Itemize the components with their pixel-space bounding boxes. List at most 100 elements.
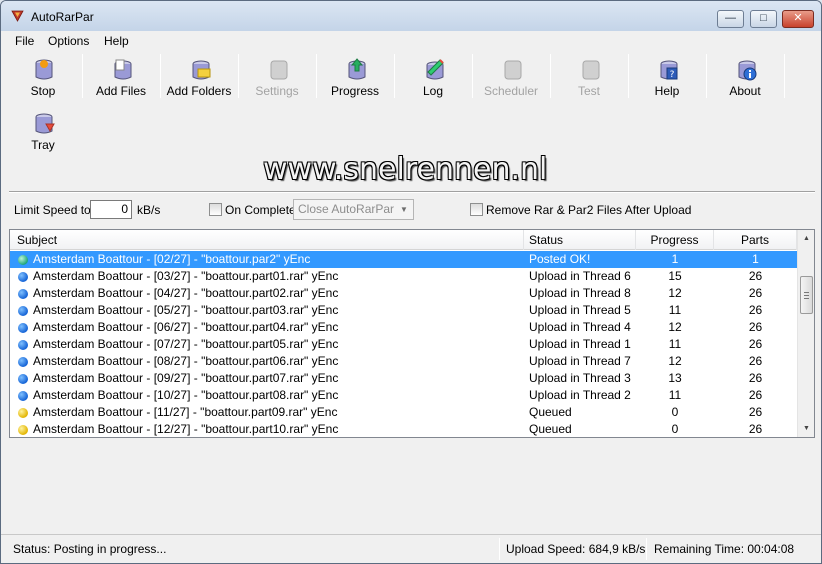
title-bar[interactable]: AutoRarPar — □ ✕	[1, 1, 821, 31]
list-body: Amsterdam Boattour - [02/27] - "boattour…	[10, 251, 797, 437]
status-divider	[646, 538, 647, 560]
list-item[interactable]: Amsterdam Boattour - [09/27] - "boattour…	[10, 370, 797, 387]
help-icon: ?	[660, 60, 678, 80]
list-item[interactable]: Amsterdam Boattour - [06/27] - "boattour…	[10, 319, 797, 336]
upload-queue-list[interactable]: Subject Status Progress Parts Amsterdam …	[9, 229, 815, 438]
progress-button[interactable]: Progress	[316, 54, 394, 102]
column-header-progress[interactable]: Progress	[636, 230, 714, 250]
close-icon: ✕	[793, 12, 803, 24]
row-parts: 26	[748, 303, 763, 317]
status-bar: Status: Posting in progress... Upload Sp…	[1, 534, 821, 563]
on-complete-checkbox[interactable]	[209, 203, 222, 216]
row-parts: 26	[748, 422, 763, 436]
row-progress: 12	[668, 320, 682, 334]
maximize-button[interactable]: □	[750, 10, 777, 28]
scheduler-button[interactable]: Scheduler	[472, 54, 550, 102]
minimize-button[interactable]: —	[717, 10, 744, 28]
on-complete-select[interactable]: Close AutoRarPar ▼	[293, 199, 414, 220]
scheduler-icon	[504, 60, 522, 80]
row-parts: 26	[748, 405, 763, 419]
settings-button[interactable]: Settings	[238, 54, 316, 102]
status-blue-icon	[18, 289, 28, 299]
menu-file[interactable]: File	[15, 34, 34, 48]
list-item[interactable]: Amsterdam Boattour - [08/27] - "boattour…	[10, 353, 797, 370]
status-text: Status: Posting in progress...	[13, 542, 167, 556]
progress-icon	[348, 58, 366, 80]
app-window: AutoRarPar — □ ✕ File Options Help Stop	[0, 0, 822, 564]
test-label: Test	[577, 84, 600, 98]
row-status: Upload in Thread 2	[529, 388, 631, 402]
toolbar: Stop Add Files Add Folders Settings Prog…	[1, 51, 821, 191]
limit-speed-input[interactable]: 0	[90, 200, 132, 219]
toolbar-divider-line	[9, 191, 815, 193]
stop-button[interactable]: Stop	[4, 54, 82, 102]
row-progress: 0	[671, 422, 679, 436]
row-status: Upload in Thread 7	[529, 354, 631, 368]
remove-files-label: Remove Rar & Par2 Files After Upload	[486, 203, 692, 217]
column-header-parts[interactable]: Parts	[714, 230, 797, 250]
row-parts: 26	[748, 286, 763, 300]
row-subject: Amsterdam Boattour - [10/27] - "boattour…	[33, 388, 339, 402]
list-item[interactable]: Amsterdam Boattour - [11/27] - "boattour…	[10, 404, 797, 421]
watermark-text: www.snelrennen.nl	[263, 152, 548, 187]
row-subject: Amsterdam Boattour - [07/27] - "boattour…	[33, 337, 339, 351]
progress-label: Progress	[330, 84, 380, 98]
status-blue-icon	[18, 391, 28, 401]
menu-help[interactable]: Help	[104, 34, 129, 48]
row-subject: Amsterdam Boattour - [08/27] - "boattour…	[33, 354, 339, 368]
list-item[interactable]: Amsterdam Boattour - [03/27] - "boattour…	[10, 268, 797, 285]
add-files-icon	[114, 59, 132, 80]
scrollbar-thumb[interactable]	[800, 276, 813, 314]
list-item[interactable]: Amsterdam Boattour - [12/27] - "boattour…	[10, 421, 797, 437]
scheduler-label: Scheduler	[483, 84, 539, 98]
add-files-button[interactable]: Add Files	[82, 54, 160, 102]
add-folders-button[interactable]: Add Folders	[160, 54, 238, 102]
upload-speed-text: Upload Speed: 684,9 kB/s	[506, 542, 646, 556]
remove-files-checkbox[interactable]	[470, 203, 483, 216]
row-progress: 11	[668, 337, 682, 351]
tray-button[interactable]: Tray	[4, 108, 82, 156]
log-button[interactable]: Log	[394, 54, 472, 102]
row-parts: 26	[748, 337, 763, 351]
row-progress: 12	[668, 286, 682, 300]
column-header-status[interactable]: Status	[524, 230, 636, 250]
row-subject: Amsterdam Boattour - [03/27] - "boattour…	[33, 269, 339, 283]
list-item[interactable]: Amsterdam Boattour - [05/27] - "boattour…	[10, 302, 797, 319]
list-item[interactable]: Amsterdam Boattour - [02/27] - "boattour…	[10, 251, 797, 268]
row-progress: 11	[668, 303, 682, 317]
help-button[interactable]: ? Help	[628, 54, 706, 102]
list-item[interactable]: Amsterdam Boattour - [04/27] - "boattour…	[10, 285, 797, 302]
status-blue-icon	[18, 272, 28, 282]
close-button[interactable]: ✕	[782, 10, 814, 28]
test-icon	[582, 60, 600, 80]
limit-speed-label: Limit Speed to:	[14, 203, 95, 217]
row-parts: 26	[748, 320, 763, 334]
row-subject: Amsterdam Boattour - [11/27] - "boattour…	[33, 405, 338, 419]
list-item[interactable]: Amsterdam Boattour - [10/27] - "boattour…	[10, 387, 797, 404]
about-label: About	[729, 84, 761, 98]
vertical-scrollbar[interactable]: ▲ ▼	[797, 230, 814, 437]
settings-icon	[270, 60, 288, 80]
row-subject: Amsterdam Boattour - [04/27] - "boattour…	[33, 286, 339, 300]
options-bar: Limit Speed to: 0 kB/s On Complete: Clos…	[1, 195, 821, 225]
limit-speed-unit: kB/s	[137, 203, 161, 217]
status-green-icon	[18, 255, 28, 265]
menu-options[interactable]: Options	[48, 34, 89, 48]
status-yellow-icon	[18, 425, 28, 435]
row-status: Upload in Thread 1	[529, 337, 631, 351]
row-status: Posted OK!	[529, 252, 591, 266]
scroll-down-arrow-icon[interactable]: ▼	[798, 420, 814, 437]
scroll-up-arrow-icon[interactable]: ▲	[798, 230, 814, 247]
column-header-subject[interactable]: Subject	[10, 230, 524, 250]
test-button[interactable]: Test	[550, 54, 628, 102]
row-progress: 1	[671, 252, 679, 266]
list-item[interactable]: Amsterdam Boattour - [07/27] - "boattour…	[10, 336, 797, 353]
tray-label: Tray	[31, 138, 55, 152]
settings-label: Settings	[255, 84, 299, 98]
about-button[interactable]: About	[706, 54, 784, 102]
menu-bar: File Options Help	[1, 32, 821, 51]
row-subject: Amsterdam Boattour - [02/27] - "boattour…	[33, 252, 311, 266]
window-title: AutoRarPar	[31, 10, 94, 24]
row-progress: 11	[668, 388, 682, 402]
about-icon	[738, 60, 757, 81]
